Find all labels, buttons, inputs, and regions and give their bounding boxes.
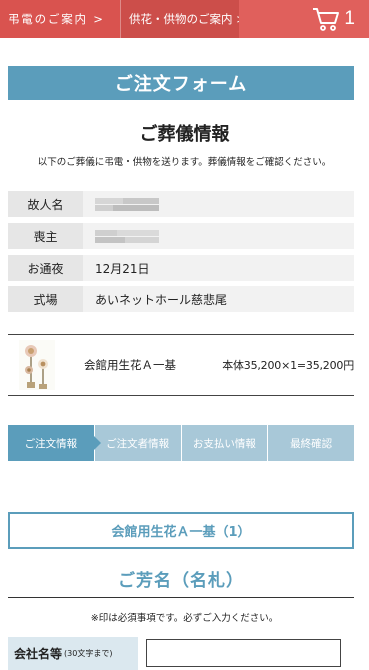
info-row-chief-mourner: 喪主 bbox=[8, 223, 354, 249]
info-row-venue: 式場 あいネットホール慈悲尾 bbox=[8, 286, 354, 312]
product-image bbox=[19, 340, 55, 390]
info-value: あいネットホール慈悲尾 bbox=[83, 286, 354, 312]
funeral-info-description: 以下のご葬儀に弔電・供物を送ります。葬儀情報をご確認ください。 bbox=[37, 157, 332, 168]
info-row-deceased: 故人名 bbox=[8, 191, 354, 217]
company-name-field-row: 会社名等 (30文字まで) bbox=[8, 637, 354, 670]
cart-button[interactable]: 1 bbox=[239, 0, 369, 38]
step-final-confirmation: 最終確認 bbox=[267, 425, 354, 461]
step-payment-info: お支払い情報 bbox=[180, 425, 268, 461]
product-row: 会館用生花Ａ一基 本体35,200×1=35,200円 bbox=[8, 334, 354, 396]
required-fields-note: ※印は必須事項です。必ずご入力ください。 bbox=[90, 613, 279, 624]
info-label: 故人名 bbox=[8, 191, 83, 217]
step-orderer-info: ご注文者情報 bbox=[93, 425, 181, 461]
top-navigation-bar: 弔電のご案内 > 供花・供物のご案内 > 1 bbox=[0, 0, 369, 38]
company-name-hint: (30文字まで) bbox=[64, 649, 113, 658]
redacted-text bbox=[95, 197, 159, 211]
funeral-info-title: ご葬儀情報 bbox=[139, 124, 230, 145]
breadcrumb-flowers-guide[interactable]: 供花・供物のご案内 > bbox=[120, 0, 246, 38]
product-price: 本体35,200×1=35,200円 bbox=[222, 359, 354, 372]
info-label: 喪主 bbox=[8, 223, 83, 249]
company-name-input[interactable] bbox=[146, 639, 341, 667]
info-value-redacted bbox=[83, 191, 354, 217]
info-value-redacted bbox=[83, 223, 354, 249]
redacted-text bbox=[95, 229, 159, 243]
order-progress-steps: ご注文情報 ご注文者情報 お支払い情報 最終確認 bbox=[8, 425, 354, 461]
breadcrumb-telegram-guide[interactable]: 弔電のご案内 > bbox=[0, 0, 120, 38]
info-row-wake: お通夜 12月21日 bbox=[8, 255, 354, 281]
company-name-label-text: 会社名等 bbox=[14, 647, 63, 661]
step-order-info: ご注文情報 bbox=[8, 425, 101, 461]
product-name: 会館用生花Ａ一基 bbox=[84, 358, 176, 372]
ordered-item-heading: 会館用生花Ａ一基（1） bbox=[8, 512, 354, 549]
info-label: 式場 bbox=[8, 286, 83, 312]
info-value: 12月21日 bbox=[83, 255, 354, 281]
form-title: ご注文フォーム bbox=[8, 66, 354, 100]
info-label: お通夜 bbox=[8, 255, 83, 281]
name-card-section-title: ご芳名（名札） bbox=[8, 566, 354, 598]
company-name-label: 会社名等 (30文字まで) bbox=[8, 637, 138, 670]
cart-count-badge: 1 bbox=[344, 8, 355, 29]
cart-icon bbox=[313, 8, 340, 31]
